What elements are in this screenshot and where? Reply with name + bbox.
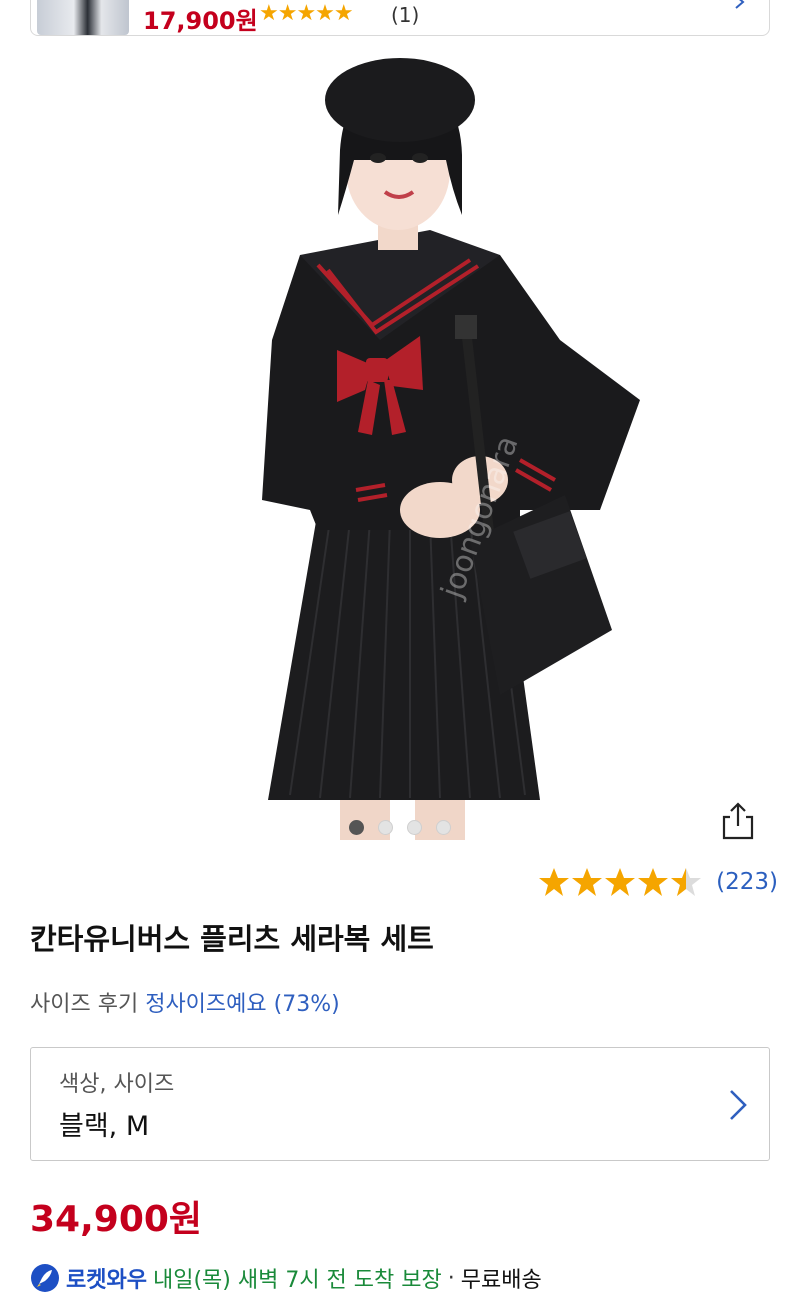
carousel-indicator <box>0 820 800 835</box>
product-photo: joongonara <box>262 58 640 840</box>
delivery-info: 로켓와우 내일(목) 새벽 7시 전 도착 보장 · 무료배송 <box>30 1262 542 1294</box>
carousel-dot[interactable] <box>407 820 422 835</box>
related-product-thumbnail <box>37 0 129 35</box>
rating-stars-icon <box>539 868 702 896</box>
rocket-brand-label: 로켓와우 <box>66 1268 147 1293</box>
size-review: 사이즈 후기 정사이즈예요 (73%) <box>30 986 340 1018</box>
option-label: 색상, 사이즈 <box>59 1072 175 1097</box>
related-product-card[interactable]: 17,900원 ★★★★★ (1) <box>30 0 770 36</box>
related-product-stars: ★★★★★ <box>259 1 354 26</box>
option-selector[interactable]: 색상, 사이즈 블랙, M <box>30 1047 770 1161</box>
chevron-right-icon <box>735 0 745 9</box>
carousel-dot[interactable] <box>436 820 451 835</box>
related-product-price: 17,900원 <box>143 7 258 35</box>
size-review-value[interactable]: 정사이즈예요 (73%) <box>145 992 340 1017</box>
delivery-eta: 내일(목) 새벽 7시 전 도착 보장 <box>152 1268 442 1293</box>
share-icon[interactable] <box>718 800 758 840</box>
carousel-dot[interactable] <box>349 820 364 835</box>
carousel-dot[interactable] <box>378 820 393 835</box>
size-review-label: 사이즈 후기 <box>30 992 139 1017</box>
chevron-right-icon <box>730 1090 747 1120</box>
option-value: 블랙, M <box>59 1111 150 1142</box>
rating-count[interactable]: (223) <box>716 869 778 895</box>
product-price: 34,900원 <box>30 1199 203 1240</box>
related-product-review-count: (1) <box>391 3 420 27</box>
product-image-carousel[interactable]: joongonara <box>0 40 800 840</box>
product-rating[interactable]: (223) <box>538 866 778 898</box>
delivery-separator: · <box>447 1265 455 1291</box>
product-title: 칸타유니버스 플리츠 세라복 세트 <box>30 922 434 956</box>
free-shipping-label: 무료배송 <box>460 1268 542 1293</box>
rocket-icon <box>31 1264 59 1292</box>
